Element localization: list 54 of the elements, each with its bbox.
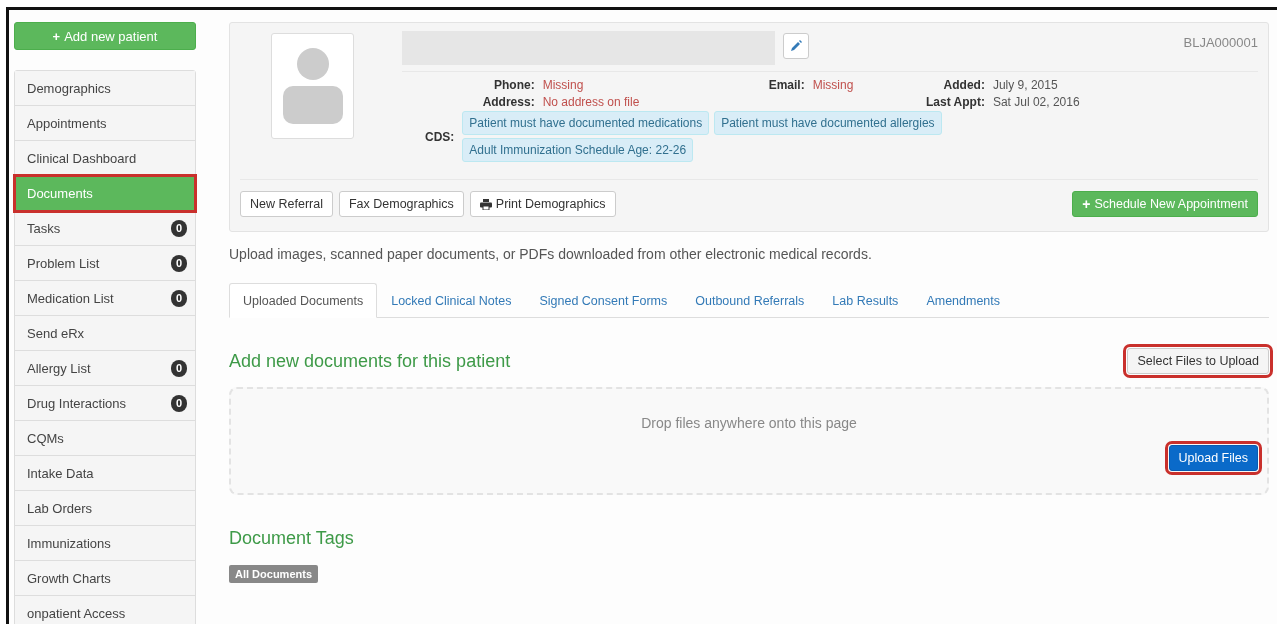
- count-badge: 0: [171, 254, 187, 272]
- section-heading: Document Tags: [229, 528, 355, 549]
- tab[interactable]: Locked Clinical Notes: [377, 283, 526, 318]
- field-label: Last Appt:: [926, 94, 985, 111]
- field-label: Address:: [481, 94, 535, 111]
- sidebar-item[interactable]: Appointments: [15, 106, 195, 141]
- sidebar-item[interactable]: Immunizations: [15, 526, 195, 561]
- sidebar-item[interactable]: Tasks 0: [15, 211, 195, 246]
- count-badge: 0: [171, 359, 187, 377]
- tab[interactable]: Amendments: [912, 283, 1015, 318]
- count-badge: 0: [171, 289, 187, 307]
- tab[interactable]: Outbound Referrals: [681, 283, 819, 318]
- cds-alert: Adult Immunization Schedule Age: 22-26: [462, 138, 694, 162]
- sidebar-item[interactable]: Drug Interactions 0: [15, 386, 195, 421]
- sidebar-item[interactable]: Problem List 0: [15, 246, 195, 281]
- sidebar-item[interactable]: Growth Charts: [15, 561, 195, 596]
- tab[interactable]: Uploaded Documents: [229, 283, 378, 318]
- sidebar-item[interactable]: Intake Data: [15, 456, 195, 491]
- field-value: Missing: [812, 77, 855, 94]
- sidebar-item[interactable]: Clinical Dashboard: [15, 141, 195, 176]
- sidebar-item[interactable]: Medication List 0: [15, 281, 195, 316]
- field-value: No address on file: [542, 94, 641, 111]
- drop-hint: Drop files anywhere onto this page: [641, 415, 857, 431]
- field-value: Missing: [542, 77, 585, 94]
- sidebar-item[interactable]: Allergy List 0: [15, 351, 195, 386]
- field-label: CDS:: [425, 129, 455, 144]
- person-silhouette-icon: [282, 48, 343, 124]
- count-badge: 0: [171, 394, 187, 412]
- tag-label[interactable]: All Documents: [229, 565, 318, 583]
- field-value: Sat Jul 02, 2016: [992, 94, 1080, 111]
- field-label: Phone:: [492, 77, 535, 94]
- chart-id: BLJA000001: [1183, 35, 1258, 50]
- pencil-icon: [790, 40, 802, 52]
- action-button[interactable]: Fax Demographics: [338, 191, 464, 217]
- cds-alert: Patient must have documented medications: [462, 111, 710, 135]
- count-badge: 0: [171, 219, 187, 237]
- printer-icon: [479, 198, 492, 210]
- field-label: Email:: [767, 77, 805, 94]
- tab[interactable]: Lab Results: [818, 283, 913, 318]
- sidebar-item[interactable]: onpatient Access: [15, 596, 195, 624]
- sidebar-item[interactable]: CQMs: [15, 421, 195, 456]
- field-label: Added:: [942, 77, 985, 94]
- sidebar-item[interactable]: Send eRx: [15, 316, 195, 351]
- action-button[interactable]: Print Demographics: [469, 191, 616, 217]
- sidebar-item[interactable]: Demographics: [15, 71, 195, 106]
- sidebar-item[interactable]: Lab Orders: [15, 491, 195, 526]
- cds-alert: Patient must have documented allergies: [714, 111, 942, 135]
- tab[interactable]: Signed Consent Forms: [525, 283, 682, 318]
- action-button[interactable]: New Referral: [240, 191, 333, 217]
- edit-button[interactable]: [783, 33, 809, 59]
- field-value: July 9, 2015: [992, 77, 1059, 94]
- drop-zone[interactable]: Drop files anywhere onto this page Upload Files: [229, 387, 1269, 495]
- description-text: Upload images, scanned paper documents, or PDFs downloaded from other electronic medical records.: [229, 246, 873, 262]
- section-heading: Add new documents for this patient: [229, 350, 511, 372]
